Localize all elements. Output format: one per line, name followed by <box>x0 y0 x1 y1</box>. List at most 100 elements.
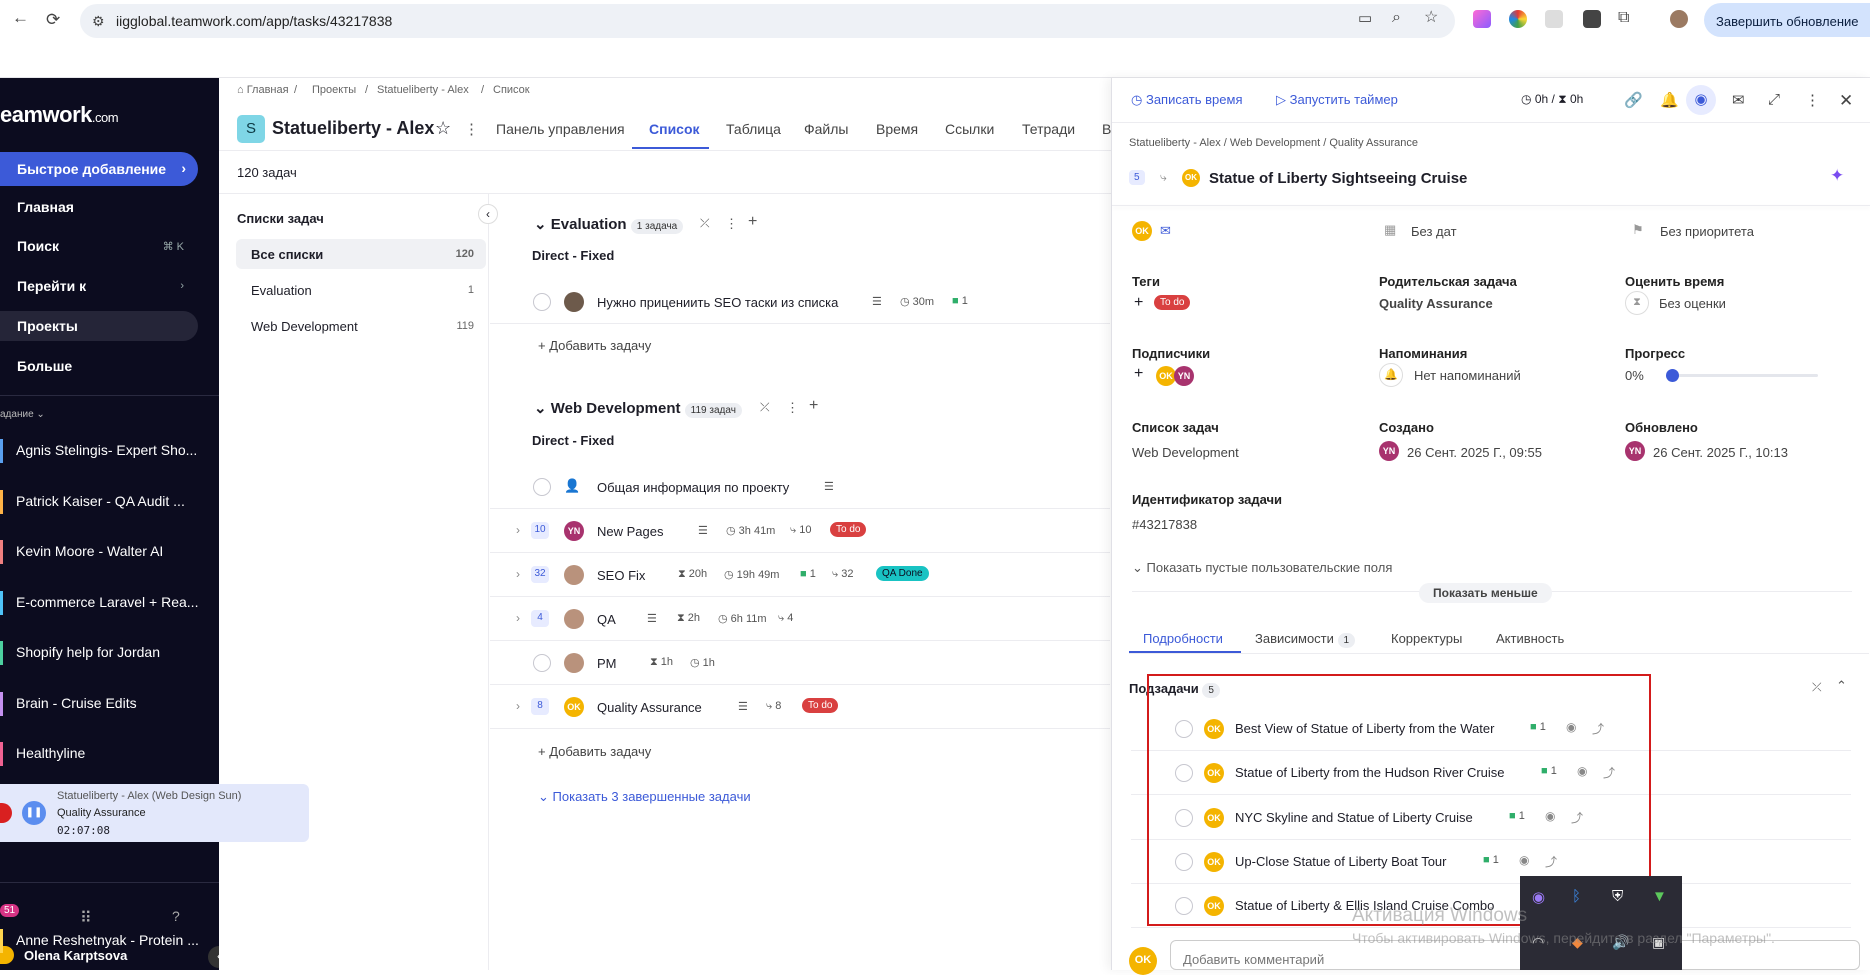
favorite-project-item[interactable]: Healthyline <box>0 742 219 766</box>
more-options-icon[interactable]: ⋮ <box>464 120 479 138</box>
progress-slider[interactable] <box>1666 369 1818 382</box>
favorite-project-item[interactable]: Agnis Stelingis- Expert Sho... <box>0 439 219 463</box>
link-icon[interactable]: 🔗 <box>1624 91 1643 109</box>
collapse-subtasks-icon[interactable]: ⤫ <box>1812 680 1822 695</box>
more-options-icon[interactable]: ⋮ <box>1805 91 1820 109</box>
add-task-button[interactable]: + Добавить задачу <box>538 744 651 759</box>
tab-table[interactable]: Таблица <box>726 121 781 137</box>
adblock-extension-icon[interactable] <box>1583 10 1601 28</box>
tab-dashboard[interactable]: Панель управления <box>496 121 625 137</box>
assignee-avatar[interactable]: OK <box>1182 169 1200 187</box>
list-all[interactable]: Все списки 120 <box>236 239 486 269</box>
assignee-avatar[interactable]: OK <box>1132 221 1152 241</box>
nav-home[interactable]: Главная <box>0 192 198 222</box>
status-badge[interactable]: To do <box>802 698 839 713</box>
group-more-icon[interactable]: ⋮ <box>786 400 799 416</box>
apps-grid-icon[interactable]: ⠿ <box>80 908 92 928</box>
breadcrumb-list[interactable]: Список <box>493 84 530 96</box>
task-name[interactable]: SEO Fix <box>597 568 645 583</box>
update-button[interactable]: Завершить обновление <box>1704 3 1870 37</box>
teamwork-logo[interactable]: eamwork.com <box>0 102 119 128</box>
comments-count[interactable]: ■ 1 <box>952 295 968 307</box>
expand-chevron-icon[interactable]: › <box>516 699 520 713</box>
progress-slider-knob[interactable] <box>1666 369 1679 382</box>
help-icon[interactable]: ? <box>172 908 180 924</box>
close-icon[interactable]: ✕ <box>1839 91 1853 111</box>
color-picker-extension-icon[interactable] <box>1509 10 1527 28</box>
follower-avatar[interactable]: OK <box>1156 366 1176 386</box>
collapse-group-icon[interactable]: ⤫ <box>700 216 710 231</box>
breadcrumb-project[interactable]: Statueliberty - Alex <box>377 84 469 96</box>
task-name[interactable]: Quality Assurance <box>597 700 702 715</box>
nav-search[interactable]: Поиск ⌘ K <box>0 231 198 261</box>
favorite-project-item[interactable]: Patrick Kaiser - QA Audit ... <box>0 489 219 514</box>
expand-chevron-icon[interactable]: › <box>516 611 520 625</box>
email-icon[interactable]: ✉ <box>1732 91 1745 109</box>
bell-icon[interactable]: 🔔 <box>1660 91 1679 109</box>
favorites-section-label[interactable]: адание ⌄ <box>0 409 45 420</box>
tab-dependencies[interactable]: Зависимости 1 <box>1255 631 1356 648</box>
assignee-avatar[interactable] <box>564 653 584 673</box>
favorite-project-item[interactable]: Shopify help for Jordan <box>0 641 219 665</box>
expand-chevron-icon[interactable]: › <box>516 523 520 537</box>
favorite-project-item[interactable]: Kevin Moore - Walter AI <box>0 540 219 564</box>
task-row[interactable]: › 10 YN New Pages ☰ ◷ 3h 41m ⤷ 10 To do <box>490 509 1110 553</box>
task-name[interactable]: PM <box>597 656 617 671</box>
nav-more[interactable]: Больше <box>0 351 198 381</box>
add-task-plus-icon[interactable]: + <box>809 397 818 415</box>
favorite-project-item[interactable]: Brain - Cruise Edits <box>0 691 219 716</box>
site-settings-icon[interactable]: ⚙ <box>92 11 105 31</box>
app-tray-icon[interactable]: ◉ <box>1532 888 1545 906</box>
tab-details[interactable]: Подробности <box>1143 631 1223 646</box>
tab-files[interactable]: Файлы <box>804 121 848 137</box>
status-badge[interactable]: To do <box>830 522 867 537</box>
assignee-avatar[interactable] <box>564 565 584 585</box>
tab-links[interactable]: Ссылки <box>945 121 994 137</box>
follower-avatar[interactable]: YN <box>1174 366 1194 386</box>
group-webdev-title[interactable]: ⌄ Web Development 119 задач <box>534 399 742 418</box>
torrent-icon[interactable]: ▼ <box>1652 888 1667 905</box>
pause-icon[interactable]: ❚❚ <box>22 801 46 825</box>
task-row[interactable]: 👤 Общая информация по проекту ☰ <box>490 465 1110 509</box>
list-evaluation[interactable]: Evaluation 1 <box>236 275 486 305</box>
assignee-avatar[interactable]: YN <box>564 521 584 541</box>
tag-chip[interactable]: To do <box>1154 293 1191 310</box>
tab-list[interactable]: Список <box>649 121 700 137</box>
profile-avatar[interactable] <box>1670 10 1688 28</box>
dates-value[interactable]: Без дат <box>1411 224 1457 239</box>
tab-overflow[interactable]: В <box>1102 121 1111 137</box>
panel-breadcrumb[interactable]: Statueliberty - Alex / Web Development /… <box>1129 137 1418 149</box>
reminders-value[interactable]: Нет напоминаний <box>1414 368 1521 383</box>
breadcrumb-projects[interactable]: Проекты <box>312 84 356 96</box>
collapse-lists-icon[interactable]: ‹ <box>478 204 498 224</box>
back-arrow-icon[interactable]: ← <box>12 8 29 28</box>
assignee-avatar[interactable]: OK <box>564 697 584 717</box>
tab-proofs[interactable]: Корректуры <box>1391 631 1462 646</box>
start-timer-button[interactable]: ▷ Запустить таймер <box>1276 92 1398 108</box>
email-icon[interactable]: ✉ <box>1160 223 1171 239</box>
add-tag-plus-icon[interactable]: + <box>1134 294 1143 312</box>
breadcrumb-home[interactable]: ⌂ Главная <box>237 84 289 96</box>
bookmark-star-icon[interactable]: ☆ <box>1424 8 1438 28</box>
show-empty-fields-button[interactable]: ⌄ Показать пустые пользовательские поля <box>1132 560 1392 576</box>
add-follower-plus-icon[interactable]: + <box>1134 365 1143 383</box>
ai-sparkle-icon[interactable]: ✦ <box>1830 166 1844 186</box>
task-row[interactable]: › 4 QA ☰ ⧗ 2h ◷ 6h 11m ⤷ 4 <box>490 597 1110 641</box>
show-completed-button[interactable]: ⌄ Показать 3 завершенные задачи <box>538 789 751 805</box>
show-less-button[interactable]: Показать меньше <box>1419 583 1552 603</box>
task-row[interactable]: › 32 SEO Fix ⧗ 20h ◷ 19h 49m ■ 1 ⤷ 32 QA… <box>490 553 1110 597</box>
project-title[interactable]: Statueliberty - Alex <box>272 118 434 139</box>
complete-checkbox[interactable] <box>533 293 551 311</box>
status-badge[interactable]: QA Done <box>876 566 929 581</box>
task-name[interactable]: New Pages <box>597 524 663 539</box>
add-task-button[interactable]: + Добавить задачу <box>538 338 651 353</box>
install-icon[interactable]: ▭ <box>1358 9 1372 29</box>
stop-timer-icon[interactable] <box>0 803 12 823</box>
task-title[interactable]: Statue of Liberty Sightseeing Cruise <box>1209 170 1467 187</box>
task-row[interactable]: Нужно прицениить SEO таски из списка ☰ ◷… <box>490 280 1110 324</box>
shield-icon[interactable]: ⛨ <box>1612 888 1623 905</box>
task-name[interactable]: Общая информация по проекту <box>597 480 789 495</box>
list-web-development[interactable]: Web Development 119 <box>236 311 486 341</box>
collapse-group-icon[interactable]: ⤫ <box>760 400 770 415</box>
reload-icon[interactable]: ⟳ <box>46 10 60 30</box>
